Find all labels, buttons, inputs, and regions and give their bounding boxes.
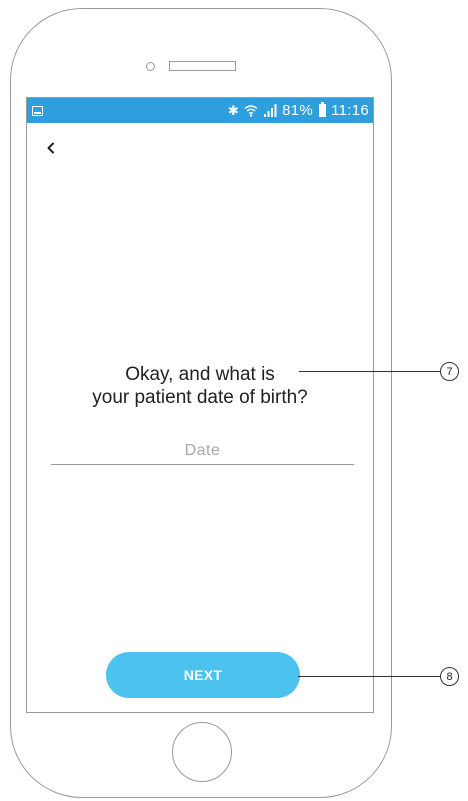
question-heading: Okay, and what is your patient date of b… [27, 363, 373, 409]
gallery-icon [32, 105, 43, 116]
date-of-birth-input[interactable] [51, 438, 354, 465]
question-line-1: Okay, and what is [125, 364, 275, 385]
battery-icon [319, 102, 327, 117]
phone-screen: ✱ 81% 11:16 Okay, and what is your patie… [26, 97, 374, 713]
bluetooth-icon: ✱ [227, 103, 240, 118]
camera-icon [146, 62, 155, 71]
wifi-icon [244, 105, 258, 117]
back-button[interactable] [41, 138, 61, 158]
canvas: ✱ 81% 11:16 Okay, and what is your patie… [0, 0, 468, 801]
callout-marker-7: 7 [440, 362, 459, 381]
status-time: 11:16 [331, 102, 369, 119]
speaker-grille [169, 61, 236, 71]
callout-marker-8: 8 [440, 667, 459, 686]
signal-icon [264, 104, 277, 117]
chevron-left-icon [47, 142, 54, 154]
status-indicators: ✱ 81% 11:16 [228, 102, 369, 119]
battery-percent: 81% [282, 102, 314, 119]
question-line-2: your patient date of birth? [92, 387, 308, 408]
callout-line-8 [298, 676, 440, 677]
callout-line-7 [299, 371, 440, 372]
next-button[interactable]: NEXT [106, 652, 300, 698]
home-button[interactable] [172, 722, 232, 782]
status-bar: ✱ 81% 11:16 [27, 98, 373, 123]
